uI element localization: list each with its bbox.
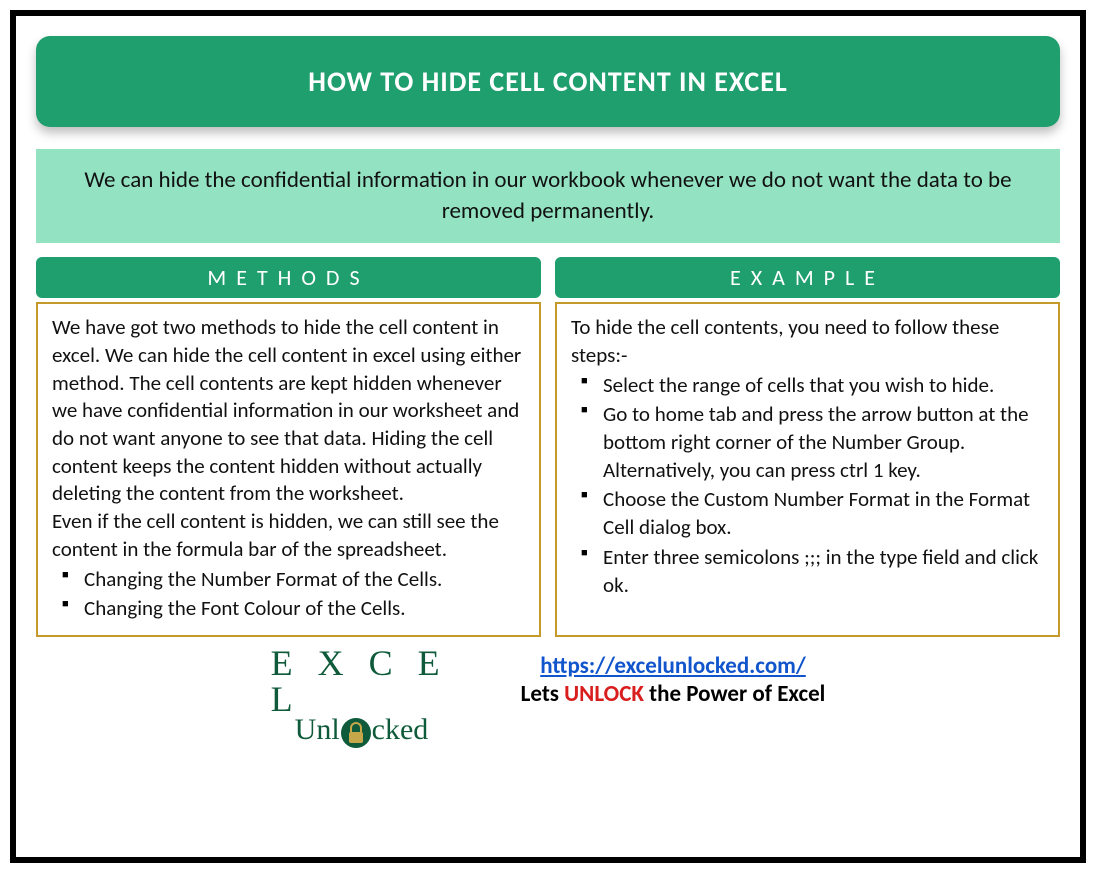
methods-para-2: Even if the cell content is hidden, we c… — [52, 508, 525, 563]
tag-pre: Lets — [521, 680, 565, 708]
columns-container: METHODS We have got two methods to hide … — [36, 257, 1060, 637]
example-body: To hide the cell contents, you need to f… — [555, 302, 1060, 637]
site-link[interactable]: https://excelunlocked.com/ — [540, 652, 806, 680]
document-frame: HOW TO HIDE CELL CONTENT IN EXCEL We can… — [10, 10, 1086, 863]
tag-unlock: UNLOCK — [564, 680, 644, 708]
logo-pre: Unl — [295, 713, 340, 747]
tagline: Lets UNLOCK the Power of Excel — [521, 680, 826, 708]
methods-para-1: We have got two methods to hide the cell… — [52, 314, 525, 508]
intro-text: We can hide the confidential information… — [36, 149, 1060, 243]
logo-text-bottom: Unl cked — [295, 713, 491, 747]
list-item: Changing the Font Colour of the Cells. — [58, 595, 525, 623]
excel-unlocked-logo: E X C E L Unl cked — [271, 645, 491, 715]
list-item: Select the range of cells that you wish … — [577, 372, 1044, 400]
methods-column: METHODS We have got two methods to hide … — [36, 257, 541, 637]
example-para: To hide the cell contents, you need to f… — [571, 314, 1044, 369]
footer: E X C E L Unl cked https://excelunlocked… — [36, 645, 1060, 715]
methods-body: We have got two methods to hide the cell… — [36, 302, 541, 637]
page-title: HOW TO HIDE CELL CONTENT IN EXCEL — [36, 36, 1060, 127]
list-item: Enter three semicolons ;;; in the type f… — [577, 544, 1044, 599]
list-item: Choose the Custom Number Format in the F… — [577, 486, 1044, 541]
lock-icon — [341, 718, 371, 748]
tag-post: the Power of Excel — [644, 680, 825, 708]
example-header: EXAMPLE — [555, 257, 1060, 298]
list-item: Changing the Number Format of the Cells. — [58, 566, 525, 594]
methods-header: METHODS — [36, 257, 541, 298]
list-item: Go to home tab and press the arrow butto… — [577, 401, 1044, 484]
footer-text: https://excelunlocked.com/ Lets UNLOCK t… — [521, 652, 826, 708]
logo-post: cked — [372, 713, 429, 747]
example-column: EXAMPLE To hide the cell contents, you n… — [555, 257, 1060, 637]
methods-list: Changing the Number Format of the Cells.… — [52, 566, 525, 623]
example-list: Select the range of cells that you wish … — [571, 372, 1044, 600]
logo-text-top: E X C E L — [271, 645, 491, 717]
